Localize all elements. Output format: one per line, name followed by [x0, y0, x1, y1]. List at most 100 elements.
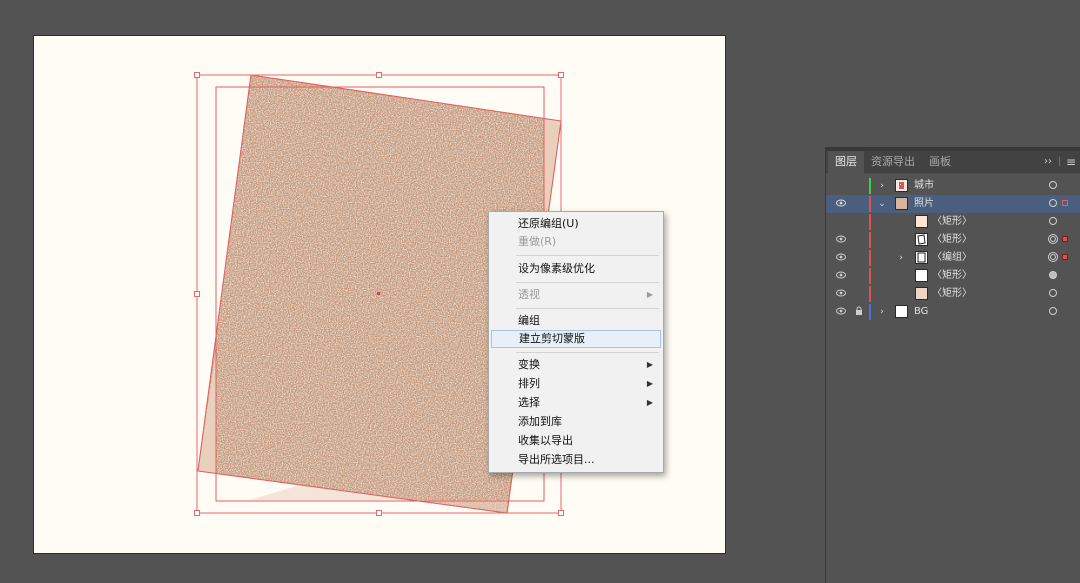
layer-color-bar: [869, 196, 871, 212]
layer-row-rectangle-2[interactable]: 〈矩形〉: [826, 231, 1080, 249]
tab-artboards[interactable]: 画板: [922, 151, 958, 173]
submenu-arrow-icon: ▶: [646, 398, 653, 407]
menu-item-group[interactable]: 编组: [491, 312, 661, 330]
layer-row-rectangle-1[interactable]: 〈矩形〉: [826, 213, 1080, 231]
menu-item-redo[interactable]: 重做(R): [491, 233, 661, 251]
menu-item-pixel-optimize[interactable]: 设为像素级优化: [491, 260, 661, 278]
layer-row-city[interactable]: › 城市: [826, 177, 1080, 195]
target-double-circle-icon[interactable]: [1048, 234, 1058, 244]
eye-icon[interactable]: [836, 307, 846, 315]
selection-indicator[interactable]: [1062, 200, 1068, 206]
tab-label: 资源导出: [871, 155, 915, 168]
expand-arrow-icon[interactable]: ›: [877, 177, 887, 195]
eye-icon[interactable]: [836, 199, 846, 207]
layer-thumbnail: [895, 179, 908, 192]
target-double-circle-icon[interactable]: [1048, 252, 1058, 262]
target-circle-icon[interactable]: [1049, 289, 1057, 297]
menu-item-label: 导出所选项目...: [518, 453, 595, 466]
collapse-panel-icon[interactable]: ››: [1044, 151, 1052, 173]
menu-item-label: 编组: [518, 314, 540, 327]
menu-item-label: 重做(R): [518, 235, 557, 248]
menu-item-make-clipping-mask[interactable]: 建立剪切蒙版: [491, 330, 661, 348]
selection-indicator[interactable]: [1062, 236, 1068, 242]
layer-name[interactable]: BG: [914, 303, 928, 321]
layer-thumbnail: [895, 305, 908, 318]
menu-item-label: 还原编组(U): [518, 217, 579, 230]
menu-item-label: 变换: [518, 358, 540, 371]
expand-arrow-icon[interactable]: ›: [896, 249, 906, 267]
layer-name[interactable]: 〈矩形〉: [932, 231, 972, 249]
target-circle-icon[interactable]: [1049, 307, 1057, 315]
context-menu: 还原编组(U) 重做(R) 设为像素级优化 透视 ▶ 编组 建立剪切蒙版 变换 ▶ …: [488, 211, 664, 473]
menu-item-export-selection[interactable]: 导出所选项目...: [491, 451, 661, 469]
layers-panel: 图层 资源导出 画板 ›› | ≡ › 城市 ⌄ 照片 〈矩形〉 〈矩形〉 › …: [825, 147, 1080, 583]
tab-label: 画板: [929, 155, 951, 168]
target-filled-circle-icon[interactable]: [1049, 271, 1057, 279]
layer-name[interactable]: 〈矩形〉: [932, 267, 972, 285]
layer-thumbnail: [895, 197, 908, 210]
eye-icon[interactable]: [836, 253, 846, 261]
menu-separator: [516, 255, 659, 256]
layer-name[interactable]: 〈矩形〉: [932, 213, 972, 231]
group-thumbnail-icon: [917, 252, 926, 263]
menu-item-transform[interactable]: 变换 ▶: [491, 356, 661, 374]
selection-indicator[interactable]: [1062, 254, 1068, 260]
tab-layers[interactable]: 图层: [828, 151, 864, 173]
submenu-arrow-icon: ▶: [646, 360, 653, 369]
menu-item-label: 排列: [518, 377, 540, 390]
menu-item-label: 添加到库: [518, 415, 562, 428]
layer-color-bar: [869, 268, 871, 284]
layer-color-bar: [869, 178, 871, 194]
layer-name[interactable]: 照片: [914, 195, 934, 213]
target-circle-icon[interactable]: [1049, 181, 1057, 189]
menu-item-label: 收集以导出: [518, 434, 573, 447]
tab-asset-export[interactable]: 资源导出: [864, 151, 922, 173]
layer-name[interactable]: 〈编组〉: [932, 249, 972, 267]
expand-arrow-icon[interactable]: ›: [877, 303, 887, 321]
tab-label: 图层: [835, 155, 857, 168]
menu-item-add-to-library[interactable]: 添加到库: [491, 413, 661, 431]
menu-item-label: 设为像素级优化: [518, 262, 595, 275]
submenu-arrow-icon: ▶: [646, 290, 653, 299]
layer-color-bar: [869, 214, 871, 230]
layer-color-bar: [869, 286, 871, 302]
menu-item-perspective[interactable]: 透视 ▶: [491, 286, 661, 304]
city-thumbnail-icon: [899, 182, 904, 189]
layer-thumbnail: [915, 215, 928, 228]
layer-color-bar: [869, 250, 871, 266]
eye-icon[interactable]: [836, 235, 846, 243]
target-circle-icon[interactable]: [1049, 217, 1057, 225]
layer-row-rectangle-4[interactable]: 〈矩形〉: [826, 285, 1080, 303]
layer-name[interactable]: 城市: [914, 177, 934, 195]
panel-divider: |: [1058, 156, 1062, 167]
menu-item-label: 建立剪切蒙版: [519, 332, 585, 345]
eye-icon[interactable]: [836, 289, 846, 297]
menu-item-label: 选择: [518, 396, 540, 409]
collapse-arrow-icon[interactable]: ⌄: [877, 195, 887, 213]
menu-separator: [516, 308, 659, 309]
menu-item-select[interactable]: 选择 ▶: [491, 394, 661, 412]
panel-menu-icon[interactable]: ≡: [1066, 151, 1076, 173]
menu-item-undo-group[interactable]: 还原编组(U): [491, 215, 661, 233]
menu-item-label: 透视: [518, 288, 540, 301]
eye-icon[interactable]: [836, 271, 846, 279]
menu-item-collect-for-export[interactable]: 收集以导出: [491, 432, 661, 450]
layer-thumbnail: [915, 233, 928, 246]
submenu-arrow-icon: ▶: [646, 379, 653, 388]
layer-row-bg[interactable]: › BG: [826, 303, 1080, 321]
layer-row-rectangle-3[interactable]: 〈矩形〉: [826, 267, 1080, 285]
menu-item-arrange[interactable]: 排列 ▶: [491, 375, 661, 393]
layer-row-photo[interactable]: ⌄ 照片: [826, 195, 1080, 213]
shape-thumbnail-icon: [917, 234, 926, 245]
menu-separator: [516, 352, 659, 353]
layer-row-group[interactable]: › 〈编组〉: [826, 249, 1080, 267]
target-circle-icon[interactable]: [1049, 199, 1057, 207]
layer-color-bar: [869, 304, 871, 320]
lock-icon[interactable]: [855, 306, 863, 316]
layer-thumbnail: [915, 251, 928, 264]
layer-name[interactable]: 〈矩形〉: [932, 285, 972, 303]
layer-thumbnail: [915, 269, 928, 282]
menu-separator: [516, 282, 659, 283]
panel-tabs: 图层 资源导出 画板 ›› | ≡: [826, 151, 1080, 173]
layer-color-bar: [869, 232, 871, 248]
